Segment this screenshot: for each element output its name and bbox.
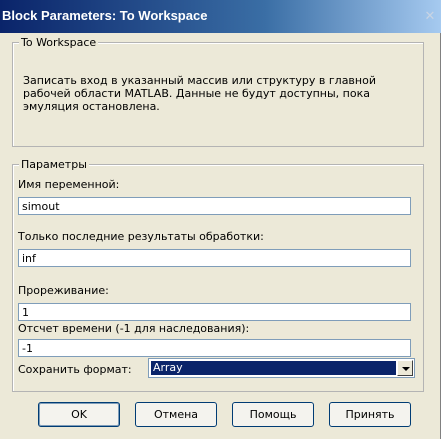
save-format-label: Сохранить формат: xyxy=(18,363,132,376)
block-parameters-dialog: Block Parameters: To Workspace ✕ To Work… xyxy=(0,0,441,439)
title-bar[interactable]: Block Parameters: To Workspace ✕ xyxy=(0,0,441,33)
ok-button[interactable]: OK xyxy=(38,402,120,427)
description-group-legend: To Workspace xyxy=(19,36,99,49)
last-results-label: Только последние результаты обработки: xyxy=(18,230,264,243)
close-icon[interactable]: ✕ xyxy=(423,10,437,24)
cancel-button[interactable]: Отмена xyxy=(135,402,217,427)
sample-time-label: Отсчет времени (-1 для наследования): xyxy=(18,322,250,335)
apply-button[interactable]: Принять xyxy=(329,402,411,427)
chevron-down-icon[interactable] xyxy=(397,360,413,376)
decimation-label: Прореживание: xyxy=(18,284,109,297)
help-button[interactable]: Помощь xyxy=(232,402,314,427)
decimation-field[interactable] xyxy=(18,303,411,321)
sample-time-field[interactable] xyxy=(18,339,411,357)
save-format-value: Array xyxy=(151,361,396,375)
variable-name-field[interactable] xyxy=(18,197,411,215)
block-description: Записать вход в указанный массив или стр… xyxy=(23,74,376,113)
description-group: To Workspace Записать вход в указанный м… xyxy=(12,36,424,147)
parameters-group-legend: Параметры xyxy=(19,158,89,171)
save-format-dropdown[interactable]: Array xyxy=(148,358,415,378)
last-results-field[interactable] xyxy=(18,249,411,267)
window-title: Block Parameters: To Workspace xyxy=(2,8,208,23)
variable-name-label: Имя переменной: xyxy=(18,178,120,191)
